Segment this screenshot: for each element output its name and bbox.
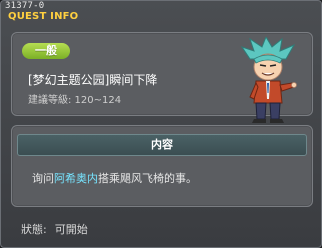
quest-id-label: 31377-0 <box>5 1 45 11</box>
status-value: 可開始 <box>54 223 88 236</box>
quest-name: [梦幻主题公园]瞬间下降 <box>28 73 158 87</box>
content-panel: 内容 询问阿希奥内搭乘飓风飞椅的事。 <box>11 125 313 207</box>
npc-name-link[interactable]: 阿希奥内 <box>54 172 98 185</box>
content-header: 内容 <box>17 134 307 156</box>
title-bar[interactable]: 31377-0 QUEST INFO <box>1 1 322 22</box>
window-title: QUEST INFO <box>8 11 79 22</box>
description-prefix: 询问 <box>32 172 54 185</box>
recommended-level: 建議等級: 120~124 <box>28 95 122 106</box>
quest-summary-panel: 一般 [梦幻主题公园]瞬间下降 建議等級: 120~124 <box>11 32 313 123</box>
description-suffix: 搭乘飓风飞椅的事。 <box>98 172 197 185</box>
category-badge: 一般 <box>22 43 70 59</box>
npc-portrait-icon <box>240 37 297 123</box>
quest-status: 狀態: 可開始 <box>21 221 88 237</box>
quest-description: 询问阿希奥内搭乘飓风飞椅的事。 <box>32 170 197 186</box>
status-label: 狀態: <box>21 223 47 236</box>
quest-info-window: 31377-0 QUEST INFO 一般 [梦幻主题公园]瞬间下降 建議等級:… <box>0 0 322 248</box>
